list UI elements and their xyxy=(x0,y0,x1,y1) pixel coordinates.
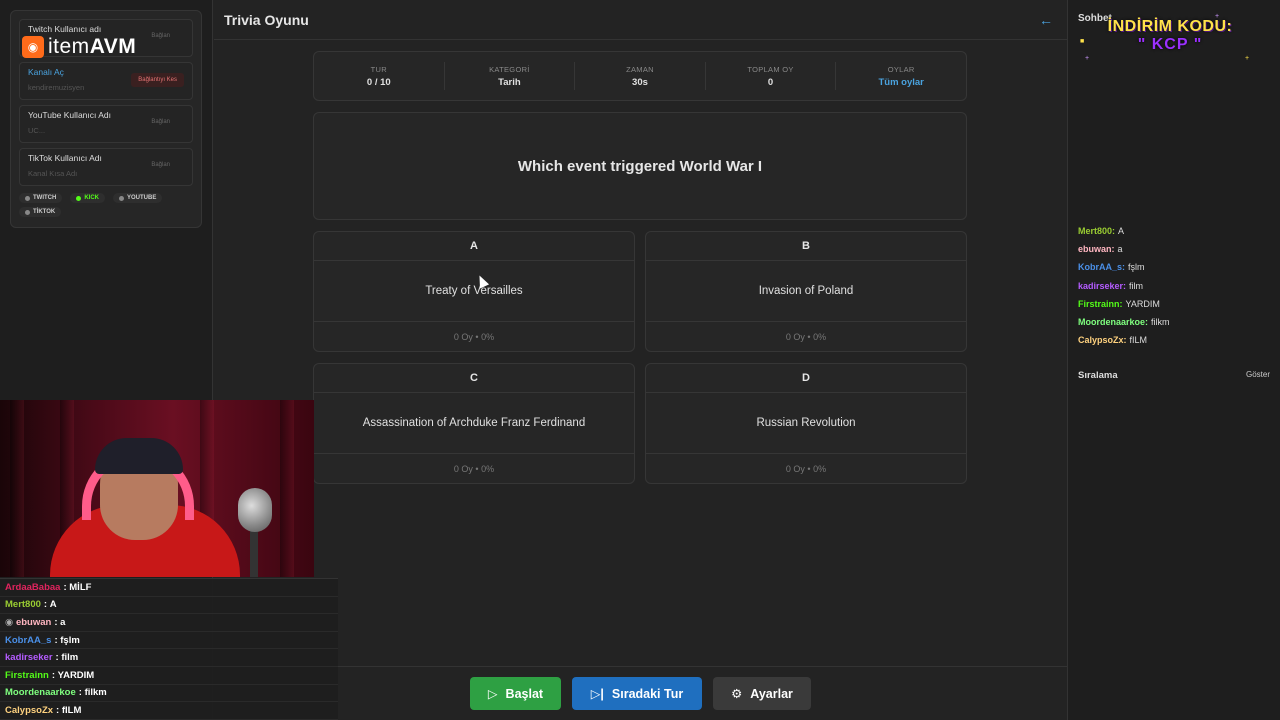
main-panel: Trivia Oyunu ← TUR 0 / 10 KATEGORİ Tarih Z… xyxy=(214,0,1067,720)
answer-votes: 0 Oy • 0% xyxy=(453,464,495,474)
start-button[interactable]: ▷ Başlat xyxy=(470,677,561,710)
badge-label: TİKTOK xyxy=(33,209,56,215)
answer-text: Treaty of Versailles xyxy=(314,261,634,322)
sparkle-icon: + xyxy=(1215,13,1220,20)
status-dot-icon xyxy=(25,209,30,215)
settings-label: Ayarlar xyxy=(750,686,793,701)
chat-line: ◉ ebuwan: a xyxy=(0,614,338,632)
answer-b[interactable]: B Invasion of Poland 0 Oy • 0% xyxy=(645,231,967,352)
answer-votes: 0 Oy • 0% xyxy=(453,332,495,342)
tiktok-connect-button[interactable]: Bağlan xyxy=(151,162,170,168)
kick-account-card[interactable]: Kanalı Aç kendiremuzisyen Bağlantıyı Kes xyxy=(19,62,193,100)
ranking-title: Sıralama xyxy=(1078,370,1118,381)
chat-message: Firstrainn: YARDIM xyxy=(1078,298,1160,309)
youtube-badge: YOUTUBE xyxy=(113,193,163,203)
kick-disconnect-button[interactable]: Bağlantıyı Kes xyxy=(131,73,184,87)
cap xyxy=(95,438,183,474)
badge-label: YOUTUBE xyxy=(127,195,157,201)
answer-votes: 0 Oy • 0% xyxy=(785,332,827,342)
tiktok-badge: TİKTOK xyxy=(19,207,62,217)
chat-line: Moordenaarkoe: filkm xyxy=(0,685,338,703)
promo-line-2: " KCP " xyxy=(1137,36,1203,53)
page-title: Trivia Oyunu xyxy=(224,11,309,28)
start-label: Başlat xyxy=(505,686,544,701)
status-dot-icon xyxy=(76,195,82,201)
youtube-username-sub: UC... xyxy=(28,126,46,135)
status-dot-icon xyxy=(119,195,124,201)
answer-letter: B xyxy=(646,232,966,261)
stat-category: KATEGORİ Tarih xyxy=(445,62,576,90)
chat-message: KobrAA_s: fşlm xyxy=(1078,262,1145,273)
settings-button[interactable]: ⚙ Ayarlar xyxy=(713,677,811,710)
question-text: Which event triggered World War I xyxy=(517,157,763,175)
chat-line: ArdaaBabaa: MİLF xyxy=(0,579,338,597)
control-bar: ▷ Başlat ▷| Sıradaki Tur ⚙ Ayarlar xyxy=(214,666,1067,720)
skip-next-icon: ▷| xyxy=(590,687,604,701)
badge-icon: ◉ xyxy=(5,616,16,628)
badge-label: TWITCH xyxy=(33,195,57,201)
logo-text: itemAVM xyxy=(48,35,137,58)
answer-d[interactable]: D Russian Revolution 0 Oy • 0% xyxy=(645,363,967,484)
badge-label: KICK xyxy=(84,195,99,201)
youtube-account-card[interactable]: YouTube Kullanıcı Adı UC... Bağlan xyxy=(19,105,193,143)
stat-time: ZAMAN 30s xyxy=(575,62,706,90)
answer-letter: A xyxy=(314,232,634,261)
webcam-overlay xyxy=(0,400,314,577)
all-votes-link[interactable]: Tüm oylar xyxy=(878,77,923,88)
stat-votes: OYLAR Tüm oylar xyxy=(878,64,924,88)
chat-message: Mert800: A xyxy=(1078,226,1125,237)
ranking-header: Sıralama Göster xyxy=(1078,370,1270,381)
stream-chat-overlay: ArdaaBabaa: MİLF Mert800: A ◉ ebuwan: a … xyxy=(0,578,338,720)
chat-line: Firstrainn: YARDIM xyxy=(0,667,338,685)
chat-line: CalypsoZx: fILM xyxy=(0,702,338,720)
answer-c[interactable]: C Assassination of Archduke Franz Ferdin… xyxy=(313,363,635,484)
itemavm-logo: ◉ itemAVM xyxy=(22,35,136,59)
stats-bar: TUR 0 / 10 KATEGORİ Tarih ZAMAN 30s TOPLAM … xyxy=(313,51,967,101)
chat-list: Mert800: A ebuwan: a KobrAA_s: fşlm kadirse… xyxy=(1078,222,1273,349)
sparkle-icon: ■ xyxy=(1080,38,1085,45)
chat-line: KobrAA_s: fşlm xyxy=(0,632,338,650)
answer-letter: C xyxy=(314,364,634,393)
twitch-connect-button[interactable]: Bağlan xyxy=(151,33,170,39)
answer-votes: 0 Oy • 0% xyxy=(785,464,827,474)
platform-badges: TWITCH KICK YOUTUBE TİKTOK xyxy=(19,193,193,217)
question-card: Which event triggered World War I xyxy=(313,112,967,220)
play-icon: ▷ xyxy=(487,687,498,701)
tiktok-username-sub: Kanal Kısa Adı xyxy=(28,169,78,178)
right-sidebar: Sohbet Mert800: A ebuwan: a KobrAA_s: fşlm … xyxy=(1067,0,1280,720)
tiktok-account-card[interactable]: TikTok Kullanıcı Adı Kanal Kısa Adı Bağl… xyxy=(19,148,193,186)
microphone-icon xyxy=(238,488,272,532)
chat-message: Moordenaarkoe: filkm xyxy=(1078,317,1170,328)
arrow-left-icon[interactable]: ← xyxy=(1039,12,1053,28)
stat-total-votes: TOPLAM OY 0 xyxy=(706,62,837,90)
gamepad-icon: ◉ xyxy=(22,36,44,58)
promo-code-overlay: İNDİRİM KODU: " KCP " xyxy=(1100,18,1240,54)
stat-round: TUR 0 / 10 xyxy=(314,62,445,90)
mic-arm xyxy=(250,530,258,577)
chat-line: Mert800: A xyxy=(0,597,338,615)
twitch-badge: TWITCH xyxy=(19,193,63,203)
promo-line-1: İNDİRİM KODU: xyxy=(1107,18,1233,35)
answer-text: Assassination of Archduke Franz Ferdinan… xyxy=(314,393,634,454)
answer-text: Invasion of Poland xyxy=(646,261,966,322)
sparkle-icon: + xyxy=(1085,55,1090,62)
chat-line: kadirseker: film xyxy=(0,649,338,667)
gear-icon: ⚙ xyxy=(731,687,743,701)
chat-message: ebuwan: a xyxy=(1078,244,1123,255)
answer-letter: D xyxy=(646,364,966,393)
chat-message: CalypsoZx: fILM xyxy=(1078,335,1148,346)
youtube-connect-button[interactable]: Bağlan xyxy=(151,119,170,125)
topbar: Trivia Oyunu ← xyxy=(214,0,1067,40)
status-dot-icon xyxy=(25,195,30,201)
answer-text: Russian Revolution xyxy=(646,393,966,454)
next-round-button[interactable]: ▷| Sıradaki Tur xyxy=(572,677,702,710)
answer-a[interactable]: A Treaty of Versailles 0 Oy • 0% xyxy=(313,231,635,352)
chat-message: kadirseker: film xyxy=(1078,280,1144,291)
sparkle-icon: + xyxy=(1245,55,1250,62)
next-round-label: Sıradaki Tur xyxy=(611,686,684,701)
kick-badge: KICK xyxy=(70,193,105,203)
ranking-show-button[interactable]: Göster xyxy=(1246,370,1270,381)
